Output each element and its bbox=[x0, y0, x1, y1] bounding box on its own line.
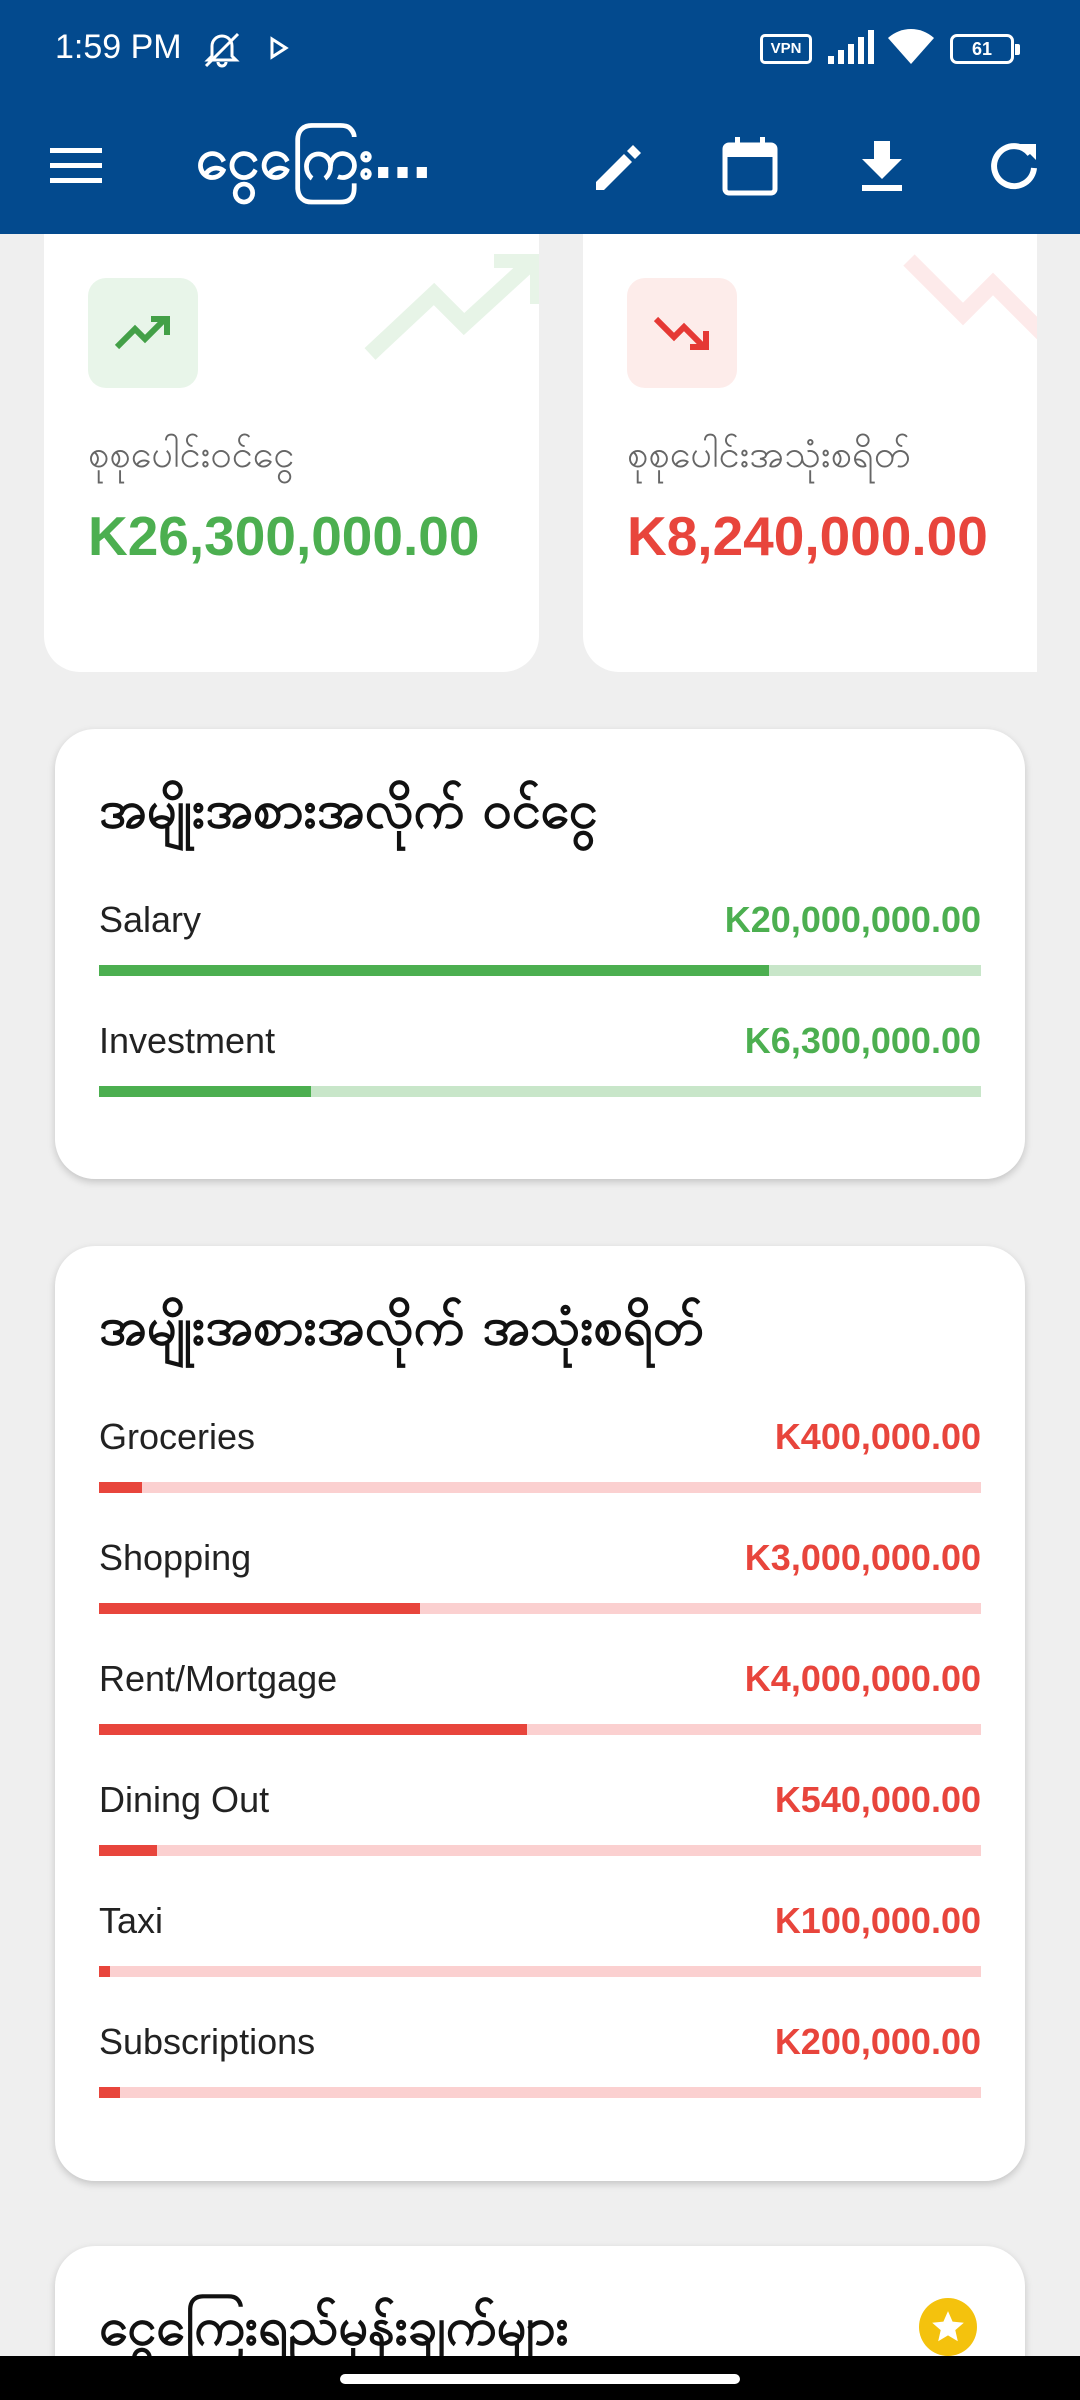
category-amount: K100,000.00 bbox=[774, 1900, 981, 1941]
trending-down-bg-icon bbox=[903, 254, 1037, 340]
download-icon[interactable] bbox=[840, 124, 924, 208]
list-item[interactable]: Salary K20,000,000.00 bbox=[99, 899, 981, 1009]
star-icon[interactable] bbox=[919, 2298, 977, 2356]
expense-total-label: စုစုပေါင်းအသုံးစရိတ် bbox=[627, 432, 911, 476]
category-name: Investment bbox=[99, 1020, 276, 1061]
progress-bar bbox=[99, 1482, 981, 1493]
battery-indicator: 61 bbox=[950, 34, 1020, 64]
income-total-amount: K26,300,000.00 bbox=[88, 505, 480, 567]
trending-down-icon bbox=[627, 278, 737, 388]
category-amount: K200,000.00 bbox=[774, 2021, 981, 2062]
category-amount: K20,000,000.00 bbox=[724, 899, 981, 940]
list-item[interactable]: Shopping K3,000,000.00 bbox=[99, 1537, 981, 1647]
progress-fill bbox=[99, 2087, 120, 2098]
edit-icon[interactable] bbox=[576, 124, 660, 208]
progress-bar bbox=[99, 1966, 981, 1977]
trending-up-icon bbox=[88, 278, 198, 388]
category-amount: K6,300,000.00 bbox=[744, 1020, 981, 1061]
list-item[interactable]: Taxi K100,000.00 bbox=[99, 1900, 981, 2010]
income-category-title: အမျိုးအစားအလိုက် ဝင်ငွေ bbox=[99, 780, 598, 840]
play-icon bbox=[268, 36, 290, 65]
expense-category-title: အမျိုးအစားအလိုက် အသုံးစရိတ် bbox=[99, 1297, 704, 1357]
list-item[interactable]: Groceries K400,000.00 bbox=[99, 1416, 981, 1526]
top-bar: 1:59 PM VPN 61 ငွေကြေး… bbox=[0, 0, 1080, 234]
progress-fill bbox=[99, 1966, 110, 1977]
category-name: Rent/Mortgage bbox=[99, 1658, 338, 1699]
expense-summary-card[interactable]: စုစုပေါင်းအသုံးစရိတ် K8,240,000.00 bbox=[583, 234, 1037, 672]
expense-by-category-card: အမျိုးအစားအလိုက် အသုံးစရိတ် Groceries K4… bbox=[55, 1246, 1025, 2181]
progress-bar bbox=[99, 965, 981, 976]
category-name: Salary bbox=[99, 899, 202, 940]
progress-fill bbox=[99, 1724, 527, 1735]
progress-fill bbox=[99, 1603, 420, 1614]
category-amount: K3,000,000.00 bbox=[744, 1537, 981, 1578]
progress-fill bbox=[99, 965, 769, 976]
list-item[interactable]: Rent/Mortgage K4,000,000.00 bbox=[99, 1658, 981, 1768]
category-name: Shopping bbox=[99, 1537, 252, 1578]
category-amount: K400,000.00 bbox=[774, 1416, 981, 1457]
calendar-icon[interactable] bbox=[708, 124, 792, 208]
category-amount: K4,000,000.00 bbox=[744, 1658, 981, 1699]
progress-bar bbox=[99, 1845, 981, 1856]
progress-bar bbox=[99, 1603, 981, 1614]
progress-bar bbox=[99, 1086, 981, 1097]
menu-icon[interactable] bbox=[34, 124, 118, 208]
trending-up-bg-icon bbox=[364, 254, 539, 360]
app-title: ငွေကြေး… bbox=[196, 124, 432, 192]
progress-bar bbox=[99, 2087, 981, 2098]
app-bar: ငွေကြေး… bbox=[0, 100, 1080, 234]
progress-bar bbox=[99, 1724, 981, 1735]
list-item[interactable]: Dining Out K540,000.00 bbox=[99, 1779, 981, 1889]
income-summary-card[interactable]: စုစုပေါင်းဝင်ငွေ K26,300,000.00 bbox=[44, 234, 539, 672]
income-by-category-card: အမျိုးအစားအလိုက် ဝင်ငွေ Salary K20,000,0… bbox=[55, 729, 1025, 1179]
progress-fill bbox=[99, 1086, 311, 1097]
list-item[interactable]: Investment K6,300,000.00 bbox=[99, 1020, 981, 1130]
list-item[interactable]: Subscriptions K200,000.00 bbox=[99, 2021, 981, 2131]
status-time: 1:59 PM bbox=[55, 28, 182, 66]
muted-icon bbox=[198, 30, 246, 75]
signal-icon bbox=[826, 30, 876, 71]
vpn-badge: VPN bbox=[760, 34, 812, 64]
category-name: Dining Out bbox=[99, 1779, 270, 1820]
home-indicator[interactable] bbox=[340, 2374, 740, 2384]
navigation-gesture-bar bbox=[0, 2356, 1080, 2400]
progress-fill bbox=[99, 1845, 157, 1856]
category-name: Subscriptions bbox=[99, 2021, 316, 2062]
refresh-icon[interactable] bbox=[972, 124, 1056, 208]
category-name: Taxi bbox=[99, 1900, 164, 1941]
category-amount: K540,000.00 bbox=[774, 1779, 981, 1820]
status-bar: 1:59 PM VPN 61 bbox=[0, 0, 1080, 100]
progress-fill bbox=[99, 1482, 142, 1493]
expense-total-amount: K8,240,000.00 bbox=[627, 505, 988, 567]
income-total-label: စုစုပေါင်းဝင်ငွေ bbox=[88, 432, 295, 476]
category-name: Groceries bbox=[99, 1416, 256, 1457]
wifi-icon bbox=[886, 26, 936, 71]
